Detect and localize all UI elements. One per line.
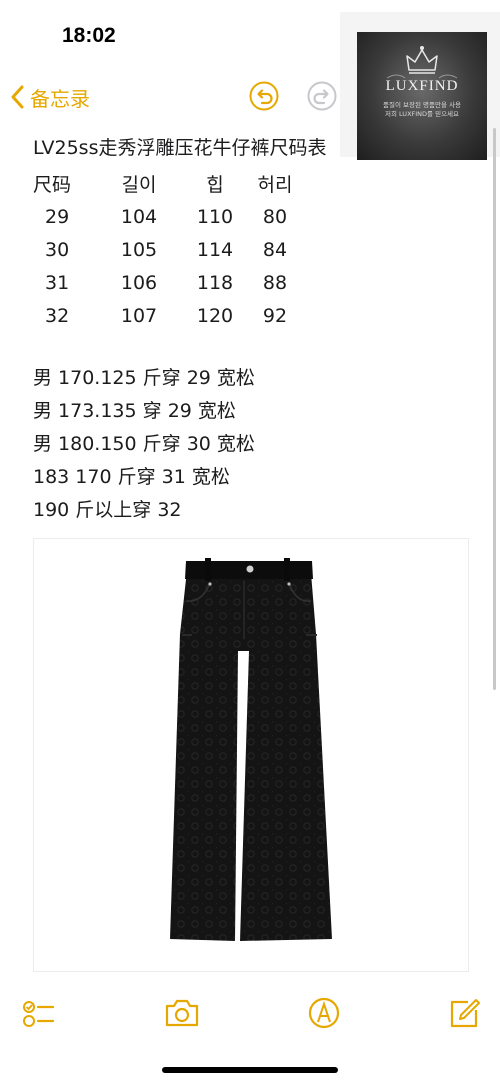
note-title: LV25ss走秀浮雕压花牛仔裤尺码表 (33, 137, 327, 159)
crown-icon (386, 46, 458, 79)
redo-icon (307, 81, 337, 111)
markup-pen-icon (308, 997, 340, 1029)
fit-line: 男 180.150 斤穿 30 宽松 (33, 433, 255, 455)
cell-size: 29 (45, 205, 70, 228)
header-waist: 허리 (257, 174, 293, 196)
cell-waist: 80 (262, 205, 288, 228)
header-size: 尺码 (33, 174, 72, 196)
markup-button[interactable] (306, 996, 342, 1030)
checklist-icon (23, 1001, 55, 1027)
luxfind-watermark-logo: LUXFIND 품질이 보장된 명품만을 사용 저희 LUXFIND를 믿으세요 (357, 32, 487, 160)
home-indicator[interactable] (162, 1067, 338, 1073)
status-time: 18:02 (62, 24, 116, 47)
watermark-sub-line2: 저희 LUXFIND를 믿으세요 (384, 110, 460, 118)
table-row: 32 107 120 92 (33, 299, 305, 332)
back-button[interactable]: 备忘录 (10, 80, 90, 114)
header-length: 길이 (121, 174, 157, 196)
compose-icon (450, 999, 480, 1028)
undo-button[interactable] (248, 80, 280, 112)
compose-button[interactable] (446, 996, 482, 1030)
cell-length: 104 (120, 205, 158, 228)
jeans-product-photo[interactable] (33, 538, 469, 972)
table-row: 31 106 118 88 (33, 266, 305, 299)
redo-button[interactable] (306, 80, 338, 112)
scrollbar[interactable] (493, 128, 496, 690)
cell-hip: 114 (196, 238, 234, 261)
table-row: 30 105 114 84 (33, 233, 305, 266)
fit-line: 男 170.125 斤穿 29 宽松 (33, 367, 255, 389)
cell-hip: 118 (196, 271, 234, 294)
cell-length: 107 (120, 304, 158, 327)
note-body[interactable]: LV25ss走秀浮雕压花牛仔裤尺码表 尺码 길이 힙 허리 29 104 110… (33, 133, 363, 527)
cell-length: 106 (120, 271, 158, 294)
header-hip: 힙 (206, 174, 224, 196)
cell-hip: 120 (196, 304, 234, 327)
cell-size: 32 (45, 304, 70, 327)
fit-line: 男 173.135 穿 29 宽松 (33, 400, 236, 422)
cell-length: 105 (120, 238, 158, 261)
watermark-sub-line1: 품질이 보장된 명품만을 사용 (383, 101, 461, 109)
size-table-header: 尺码 길이 힙 허리 (33, 167, 305, 200)
size-table: 尺码 길이 힙 허리 29 104 110 80 30 105 114 84 3… (33, 167, 305, 332)
cell-waist: 92 (262, 304, 288, 327)
table-row: 29 104 110 80 (33, 200, 305, 233)
cell-size: 31 (45, 271, 70, 294)
watermark-subtext: 품질이 보장된 명품만을 사용 저희 LUXFIND를 믿으세요 (365, 101, 479, 119)
cell-hip: 110 (196, 205, 234, 228)
cell-waist: 88 (262, 271, 288, 294)
camera-icon (165, 999, 199, 1027)
camera-button[interactable] (164, 996, 200, 1030)
cell-size: 30 (45, 238, 70, 261)
checklist-button[interactable] (20, 996, 56, 1030)
fit-line: 190 斤以上穿 32 (33, 499, 182, 521)
undo-icon (249, 81, 279, 111)
watermark-brand: LUXFIND (385, 78, 459, 94)
back-label: 备忘录 (30, 86, 90, 111)
chevron-left-icon (11, 85, 24, 109)
fit-line: 183 170 斤穿 31 宽松 (33, 466, 230, 488)
jeans-illustration (170, 558, 332, 941)
cell-waist: 84 (262, 238, 288, 261)
fit-guide: 男 170.125 斤穿 29 宽松 男 173.135 穿 29 宽松 男 1… (33, 362, 363, 527)
